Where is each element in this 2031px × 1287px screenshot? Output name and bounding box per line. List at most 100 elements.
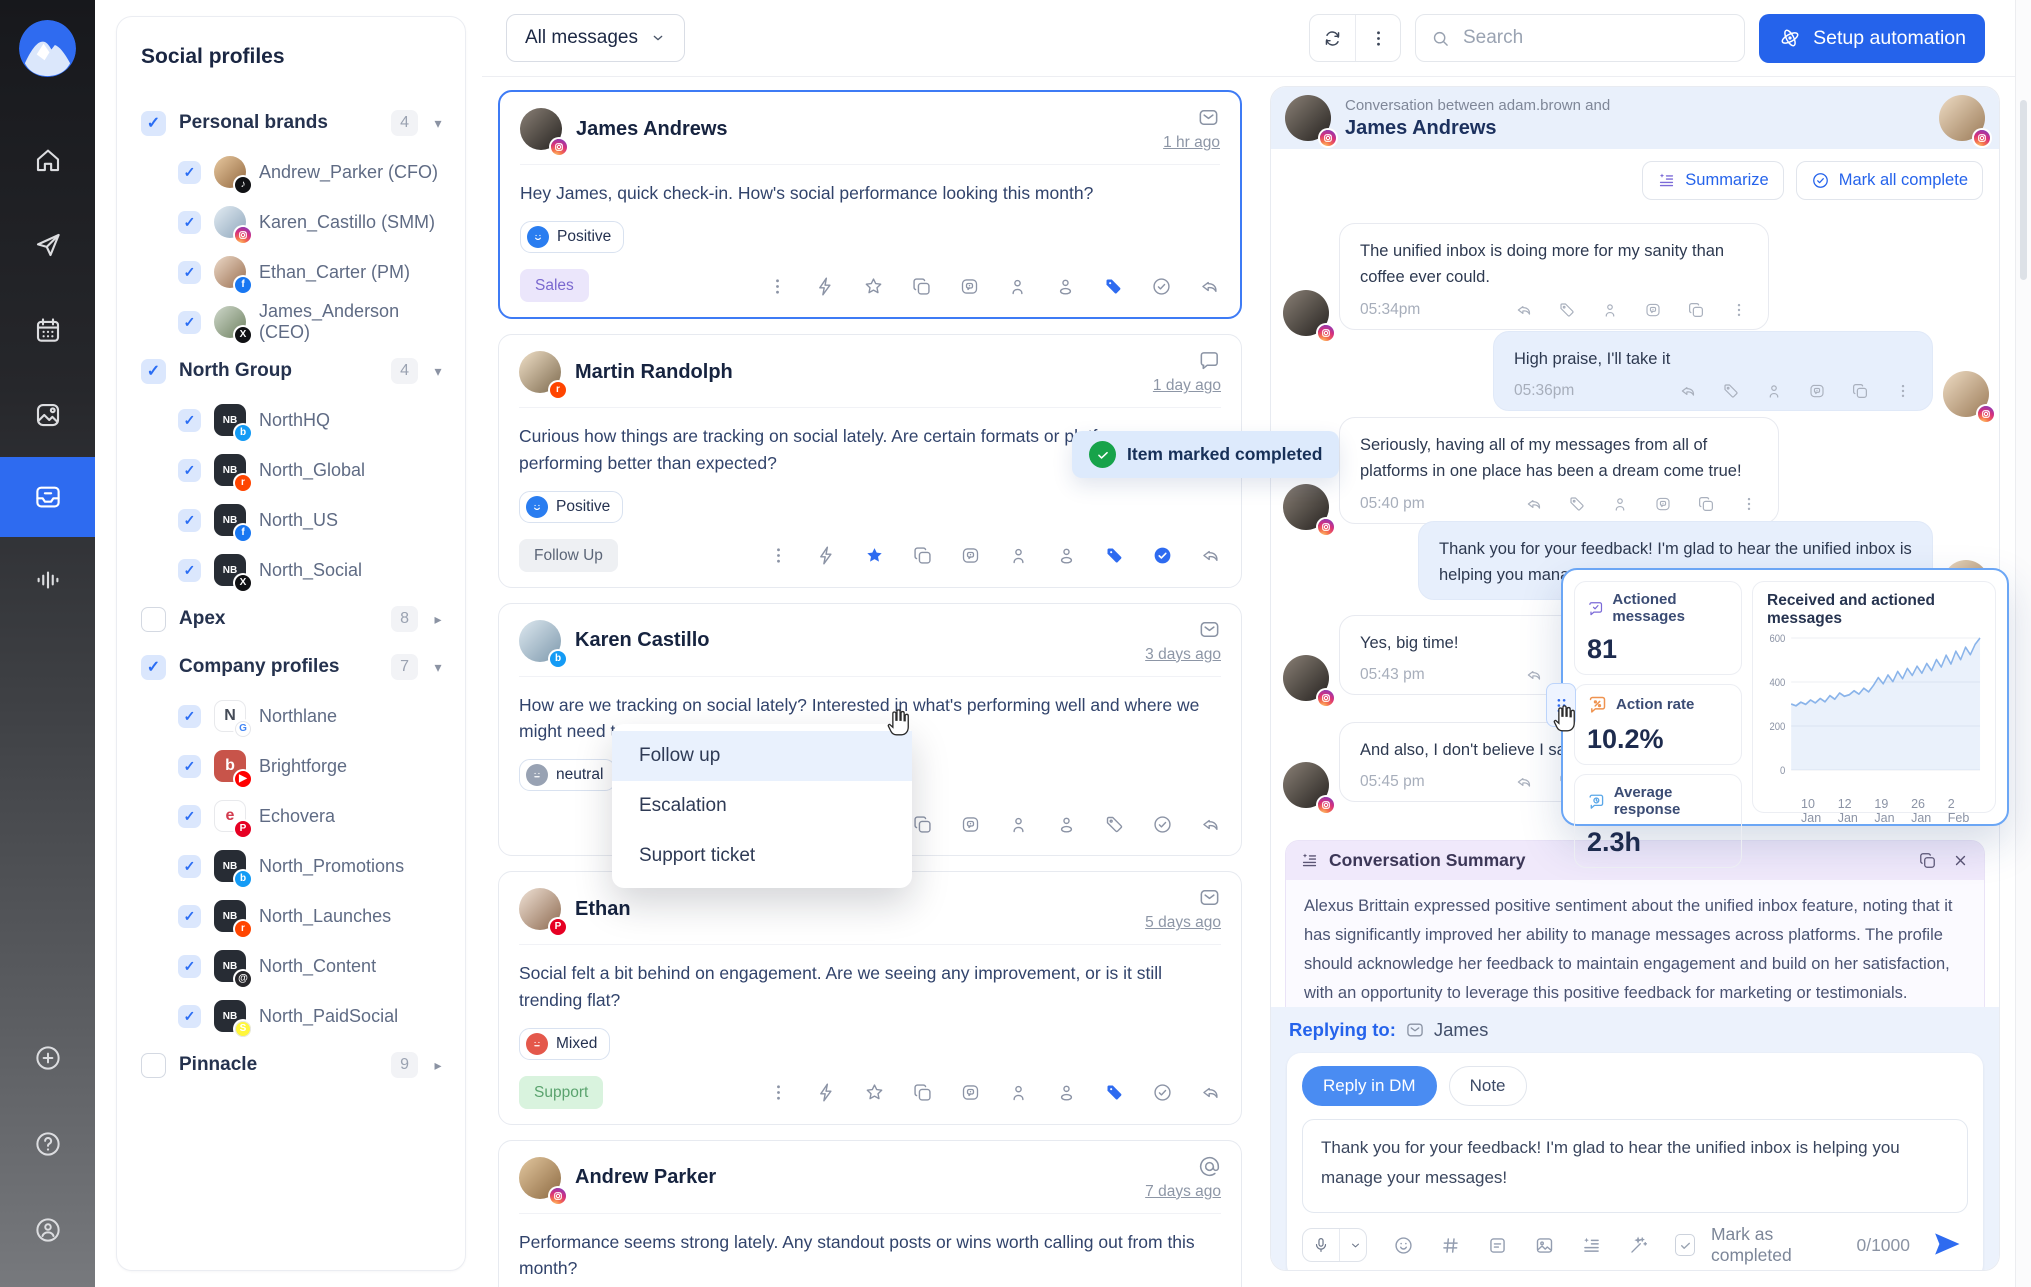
tag-action-icon[interactable] bbox=[1104, 545, 1125, 566]
group-caret-icon[interactable]: ▸ bbox=[431, 611, 445, 628]
star-action-icon[interactable] bbox=[864, 545, 885, 566]
profile-item-row[interactable]: ✓ eP Echovera bbox=[141, 791, 445, 841]
tab-reply-in-dm[interactable]: Reply in DM bbox=[1302, 1066, 1437, 1106]
emoji-icon[interactable] bbox=[1393, 1235, 1414, 1256]
copy-action-icon[interactable] bbox=[1687, 301, 1705, 319]
copy-action-icon[interactable] bbox=[911, 276, 932, 297]
person2-action-icon[interactable] bbox=[1056, 814, 1077, 835]
kebab-action-icon[interactable] bbox=[1740, 495, 1758, 513]
profile-checkbox[interactable]: ✓ bbox=[178, 755, 201, 778]
app-logo[interactable] bbox=[19, 20, 76, 77]
checkc-action-icon[interactable] bbox=[1151, 276, 1172, 297]
kebab-action-icon[interactable] bbox=[1894, 382, 1912, 400]
account-button[interactable] bbox=[0, 1187, 95, 1273]
profile-group-row[interactable]: ✓ Company profiles 7 ▾ bbox=[141, 643, 445, 691]
message-time[interactable]: 5 days ago bbox=[1145, 914, 1221, 932]
reply-action-icon[interactable] bbox=[1515, 773, 1533, 791]
message-card[interactable]: James Andrews 1 hr ago Hey James, quick … bbox=[498, 90, 1242, 319]
reply-action-icon[interactable] bbox=[1199, 276, 1220, 297]
profile-checkbox[interactable]: ✓ bbox=[178, 955, 201, 978]
mark-completed-checkbox[interactable] bbox=[1675, 1234, 1695, 1256]
copy-action-icon[interactable] bbox=[912, 545, 933, 566]
nav-calendar-icon[interactable] bbox=[0, 287, 95, 372]
message-time[interactable]: 1 day ago bbox=[1153, 377, 1221, 395]
tag-action-icon[interactable] bbox=[1104, 1082, 1125, 1103]
mic-icon[interactable] bbox=[1303, 1229, 1339, 1261]
profile-checkbox[interactable]: ✓ bbox=[178, 311, 201, 334]
profile-group-row[interactable]: ✓ North Group 4 ▾ bbox=[141, 347, 445, 395]
group-caret-icon[interactable]: ▾ bbox=[431, 363, 445, 380]
copy-action-icon[interactable] bbox=[1697, 495, 1715, 513]
close-icon[interactable] bbox=[1951, 851, 1970, 870]
person-action-icon[interactable] bbox=[1008, 814, 1029, 835]
label-tag[interactable]: Sales bbox=[520, 269, 589, 302]
menu-item-escalation[interactable]: Escalation bbox=[612, 781, 912, 831]
tag-action-icon[interactable] bbox=[1104, 814, 1125, 835]
group-checkbox[interactable]: ✓ bbox=[141, 655, 166, 680]
reply-action-icon[interactable] bbox=[1200, 1082, 1221, 1103]
profile-item-row[interactable]: ✓ NBX North_Social bbox=[141, 545, 445, 595]
profile-checkbox[interactable]: ✓ bbox=[178, 509, 201, 532]
mic-chevron-icon[interactable] bbox=[1339, 1229, 1367, 1261]
copy-action-icon[interactable] bbox=[1851, 382, 1869, 400]
person-action-icon[interactable] bbox=[1007, 276, 1028, 297]
person2-action-icon[interactable] bbox=[1056, 1082, 1077, 1103]
abot-action-icon[interactable] bbox=[1654, 495, 1672, 513]
star-action-icon[interactable] bbox=[863, 276, 884, 297]
profile-item-row[interactable]: ✓ NBr North_Global bbox=[141, 445, 445, 495]
group-checkbox[interactable]: ✓ bbox=[141, 359, 166, 384]
create-button[interactable] bbox=[0, 1015, 95, 1101]
image-icon[interactable] bbox=[1534, 1235, 1555, 1256]
checkc-action-icon[interactable] bbox=[1152, 814, 1173, 835]
profile-item-row[interactable]: ✓ Karen_Castillo (SMM) bbox=[141, 197, 445, 247]
profile-checkbox[interactable]: ✓ bbox=[178, 855, 201, 878]
profile-item-row[interactable]: ✓ NB@ North_Content bbox=[141, 941, 445, 991]
bolt-action-icon[interactable] bbox=[815, 276, 836, 297]
tag-action-icon[interactable] bbox=[1103, 276, 1124, 297]
scrollbar-track[interactable] bbox=[2015, 0, 2031, 1287]
help-button[interactable] bbox=[0, 1101, 95, 1187]
scrollbar-thumb[interactable] bbox=[2020, 100, 2027, 280]
profile-checkbox[interactable]: ✓ bbox=[178, 559, 201, 582]
magic-wand-icon[interactable] bbox=[1628, 1235, 1649, 1256]
menu-item-support-ticket[interactable]: Support ticket bbox=[612, 831, 912, 881]
profile-group-row[interactable]: ✓ Personal brands 4 ▾ bbox=[141, 99, 445, 147]
mark-all-complete-button[interactable]: Mark all complete bbox=[1796, 161, 1983, 200]
person-action-icon[interactable] bbox=[1601, 301, 1619, 319]
person-action-icon[interactable] bbox=[1765, 382, 1783, 400]
profile-item-row[interactable]: ✓ f Ethan_Carter (PM) bbox=[141, 247, 445, 297]
kebab-action-icon[interactable] bbox=[1730, 301, 1748, 319]
tag-action-icon[interactable] bbox=[1558, 301, 1576, 319]
group-checkbox[interactable] bbox=[141, 607, 166, 632]
person-action-icon[interactable] bbox=[1008, 545, 1029, 566]
profile-item-row[interactable]: ✓ NBr North_Launches bbox=[141, 891, 445, 941]
reply-action-icon[interactable] bbox=[1200, 814, 1221, 835]
person-action-icon[interactable] bbox=[1008, 1082, 1029, 1103]
tag-action-icon[interactable] bbox=[1568, 495, 1586, 513]
nav-publish-icon[interactable] bbox=[0, 202, 95, 287]
menu-item-follow-up[interactable]: Follow up bbox=[612, 731, 912, 781]
profile-checkbox[interactable]: ✓ bbox=[178, 161, 201, 184]
profile-checkbox[interactable]: ✓ bbox=[178, 805, 201, 828]
kebab-action-icon[interactable] bbox=[767, 276, 788, 297]
profile-item-row[interactable]: ✓ NG Northlane bbox=[141, 691, 445, 741]
send-button[interactable] bbox=[1926, 1228, 1968, 1263]
conversation-name[interactable]: James Andrews bbox=[1345, 117, 1610, 140]
reply-action-icon[interactable] bbox=[1679, 382, 1697, 400]
profile-checkbox[interactable]: ✓ bbox=[178, 459, 201, 482]
star-action-icon[interactable] bbox=[864, 1082, 885, 1103]
abot-action-icon[interactable] bbox=[1808, 382, 1826, 400]
nav-home-icon[interactable] bbox=[0, 117, 95, 202]
kebab-action-icon[interactable] bbox=[768, 545, 789, 566]
group-caret-icon[interactable]: ▾ bbox=[431, 659, 445, 676]
bolt-action-icon[interactable] bbox=[816, 545, 837, 566]
profile-checkbox[interactable]: ✓ bbox=[178, 905, 201, 928]
nav-listening-icon[interactable] bbox=[0, 537, 95, 622]
abot-action-icon[interactable] bbox=[960, 814, 981, 835]
person2-action-icon[interactable] bbox=[1056, 545, 1077, 566]
message-time[interactable]: 1 hr ago bbox=[1163, 134, 1220, 152]
group-checkbox[interactable]: ✓ bbox=[141, 111, 166, 136]
copy-icon[interactable] bbox=[1918, 851, 1937, 870]
more-options-button[interactable] bbox=[1355, 15, 1400, 61]
message-filter-dropdown[interactable]: All messages bbox=[506, 14, 685, 62]
